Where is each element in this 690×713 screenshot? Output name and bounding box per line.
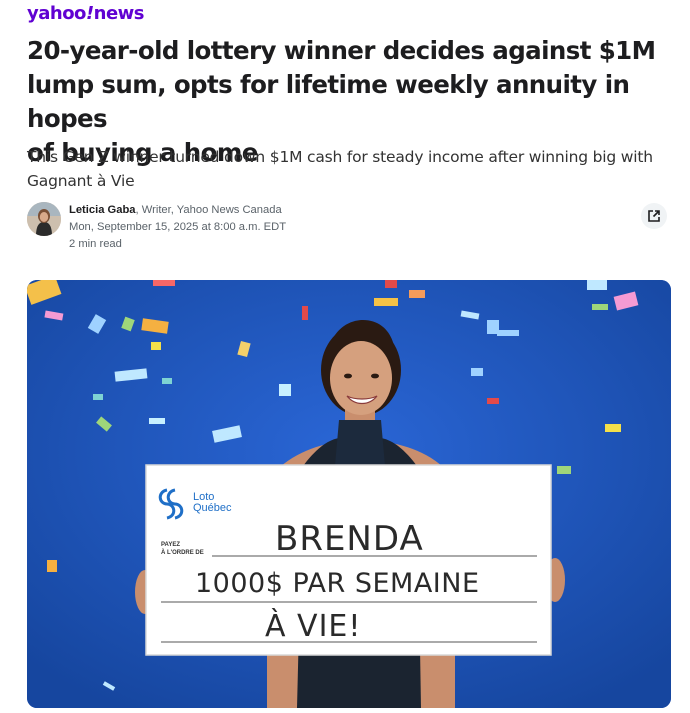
subheadline-line: Gagnant à Vie — [27, 172, 135, 190]
byline-meta: Leticia Gaba, Writer, Yahoo News Canada … — [69, 202, 286, 253]
share-button[interactable] — [641, 203, 667, 229]
byline: Leticia Gaba, Writer, Yahoo News Canada … — [27, 200, 667, 256]
author-role: , Writer, Yahoo News Canada — [135, 204, 282, 216]
author-name[interactable]: Leticia Gaba — [69, 204, 136, 216]
headline-line: 20-year-old lottery winner decides again… — [27, 36, 656, 65]
article-subheadline: This Gen Z winner turned down $1M cash f… — [27, 145, 667, 193]
publish-date: Mon, September 15, 2025 at 8:00 a.m. EDT — [69, 221, 287, 233]
headline-line: lump sum, opts for lifetime weekly annui… — [27, 70, 630, 133]
yahoo-news-logo[interactable]: yahoo!news — [27, 3, 145, 27]
check-logo-line2: Québec — [193, 502, 232, 514]
payee-label-line1: PAYEZ — [161, 542, 180, 548]
hero-image: Loto Québec PAYEZ À L'ORDRE DE BRENDA 10… — [27, 280, 671, 708]
duration-text: À VIE! — [265, 608, 361, 644]
subheadline-line: This Gen Z winner turned down $1M cash f… — [27, 148, 653, 166]
payee-name: BRENDA — [275, 519, 424, 559]
payee-label-line2: À L'ORDRE DE — [161, 549, 204, 556]
author-avatar[interactable] — [27, 202, 61, 236]
brand-main: yahoo — [27, 3, 86, 24]
external-share-icon — [648, 210, 660, 222]
brand-bang: ! — [85, 3, 94, 24]
brand-section: news — [93, 3, 145, 24]
prize-check: Loto Québec PAYEZ À L'ORDRE DE BRENDA 10… — [145, 464, 552, 656]
read-time: 2 min read — [69, 238, 122, 250]
amount-text: 1000$ PAR SEMAINE — [195, 568, 480, 599]
